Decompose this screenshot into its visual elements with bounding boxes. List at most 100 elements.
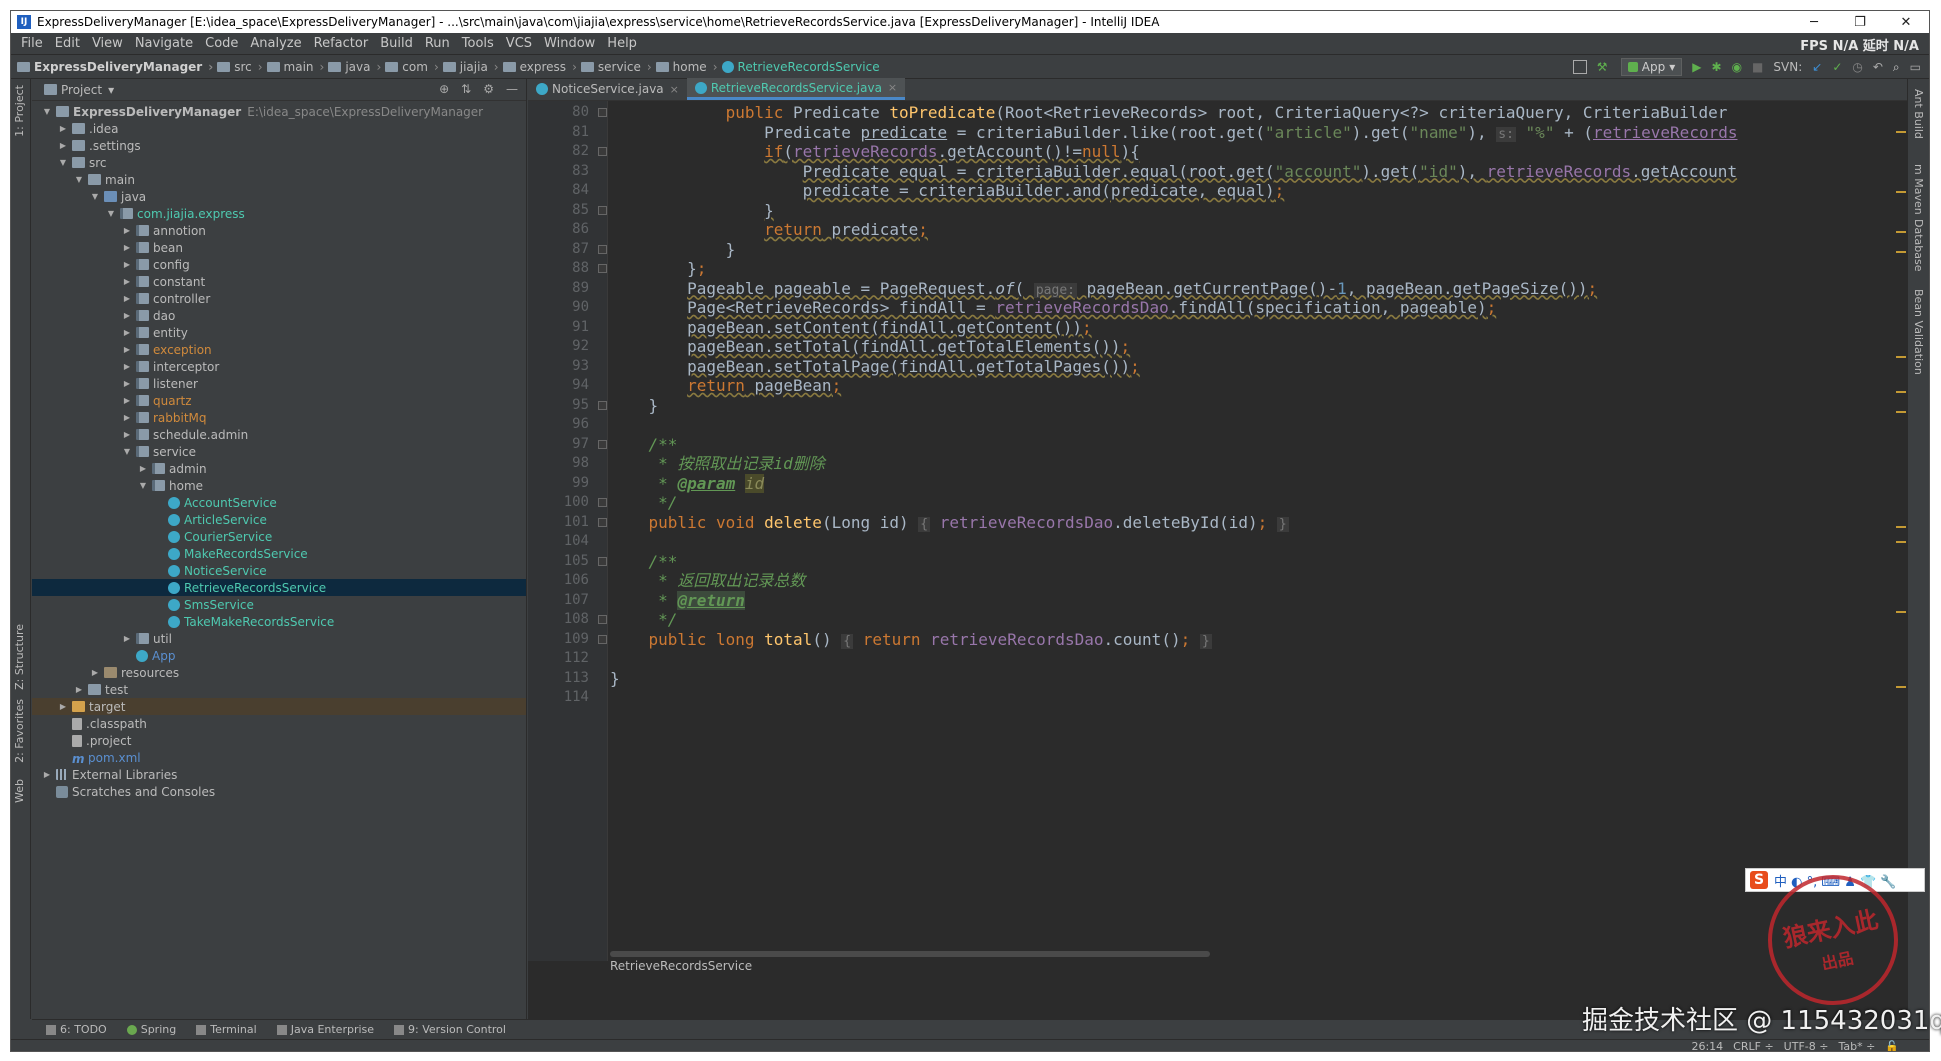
chevron-right-icon[interactable]: ▶ bbox=[122, 328, 132, 337]
warning-marker[interactable] bbox=[1896, 391, 1906, 393]
close-tab-icon[interactable]: × bbox=[888, 81, 897, 94]
nav-crumb-express[interactable]: express › bbox=[502, 60, 577, 74]
nav-crumb-src[interactable]: src › bbox=[217, 60, 263, 74]
tree-item[interactable]: ▶ listener bbox=[32, 375, 526, 392]
svn-update-icon[interactable]: ↙ bbox=[1812, 60, 1822, 74]
caret-position[interactable]: 26:14 bbox=[1691, 1040, 1723, 1051]
database-tool-tab[interactable]: Database bbox=[1912, 219, 1925, 272]
spring-tool-tab[interactable]: Spring bbox=[126, 1023, 176, 1036]
chevron-right-icon[interactable]: ▶ bbox=[42, 770, 52, 779]
tree-item[interactable]: ▼ java bbox=[32, 188, 526, 205]
horizontal-scrollbar[interactable] bbox=[610, 951, 1210, 957]
locate-file-icon[interactable]: ⊕ bbox=[439, 82, 449, 96]
chevron-right-icon[interactable]: ▶ bbox=[122, 294, 132, 303]
tree-item[interactable]: RetrieveRecordsService bbox=[32, 579, 526, 596]
dropdown-arrow-icon[interactable]: ▾ bbox=[108, 83, 114, 97]
nav-crumb-com[interactable]: com › bbox=[385, 60, 439, 74]
structure-tool-tab[interactable]: Z: Structure bbox=[13, 624, 26, 690]
run-config-select[interactable]: App ▾ bbox=[1620, 58, 1683, 76]
nav-crumb-class[interactable]: RetrieveRecordsService bbox=[721, 60, 880, 74]
layout-icon[interactable]: ▭ bbox=[1910, 60, 1921, 74]
warning-marker[interactable] bbox=[1896, 231, 1906, 233]
code-line[interactable]: } bbox=[610, 669, 620, 688]
tree-item[interactable]: ▼ main bbox=[32, 171, 526, 188]
code-line[interactable]: * @param id bbox=[610, 473, 765, 493]
code-line[interactable]: /** bbox=[610, 435, 678, 454]
lock-icon[interactable]: 🔓 bbox=[1885, 1040, 1899, 1051]
collapse-all-icon[interactable]: ⇅ bbox=[461, 82, 471, 96]
menu-navigate[interactable]: Navigate bbox=[129, 36, 199, 51]
version-control-tool-tab[interactable]: 9: Version Control bbox=[394, 1023, 506, 1036]
editor-breadcrumb[interactable]: RetrieveRecordsService bbox=[610, 959, 752, 973]
tree-item[interactable]: ▼ com.jiajia.express bbox=[32, 205, 526, 222]
code-line[interactable]: Predicate predicate = criteriaBuilder.li… bbox=[610, 123, 1737, 142]
revert-icon[interactable]: ↶ bbox=[1873, 60, 1883, 74]
line-separator[interactable]: CRLF ÷ bbox=[1733, 1040, 1774, 1051]
warning-marker[interactable] bbox=[1896, 686, 1906, 688]
code-line[interactable]: public void delete(Long id) { retrieveRe… bbox=[610, 513, 1289, 532]
menu-refactor[interactable]: Refactor bbox=[308, 36, 375, 51]
tree-item[interactable]: ▶ exception bbox=[32, 341, 526, 358]
tree-item[interactable]: ▶ rabbitMq bbox=[32, 409, 526, 426]
fold-marker-icon[interactable] bbox=[598, 517, 607, 527]
code-line[interactable]: */ bbox=[610, 610, 677, 629]
close-button[interactable]: ✕ bbox=[1883, 15, 1929, 30]
code-line[interactable]: * 按照取出记录id删除 bbox=[610, 454, 825, 473]
code-line[interactable]: } bbox=[610, 396, 659, 415]
code-line[interactable]: * 返回取出记录总数 bbox=[610, 571, 805, 590]
warning-marker[interactable] bbox=[1896, 356, 1906, 358]
tab-notice-service[interactable]: NoticeService.java × bbox=[528, 78, 687, 100]
warning-marker[interactable] bbox=[1896, 526, 1906, 528]
code-line[interactable]: public Predicate toPredicate(Root<Retrie… bbox=[610, 103, 1728, 122]
fold-marker-icon[interactable] bbox=[598, 634, 607, 644]
nav-crumb-home[interactable]: home › bbox=[655, 60, 718, 74]
code-line[interactable]: pageBean.setContent(findAll.getContent()… bbox=[610, 318, 1092, 337]
minimize-button[interactable]: ─ bbox=[1791, 15, 1837, 30]
code-line[interactable]: if(retrieveRecords.getAccount()!=null){ bbox=[610, 142, 1140, 161]
error-stripe[interactable] bbox=[1894, 101, 1908, 961]
nav-crumb-project[interactable]: ExpressDeliveryManager › bbox=[17, 60, 213, 74]
settings-gear-icon[interactable]: ⚙ bbox=[483, 82, 494, 96]
warning-marker[interactable] bbox=[1896, 251, 1906, 253]
fold-marker-icon[interactable] bbox=[598, 264, 607, 273]
tree-item[interactable]: ▶ admin bbox=[32, 460, 526, 477]
tree-item[interactable]: ▼ service bbox=[32, 443, 526, 460]
warning-marker[interactable] bbox=[1896, 131, 1906, 133]
chevron-down-icon[interactable]: ▼ bbox=[138, 481, 148, 490]
tree-item[interactable]: App bbox=[32, 647, 526, 664]
menu-code[interactable]: Code bbox=[199, 36, 244, 51]
tree-item[interactable]: ▶ schedule.admin bbox=[32, 426, 526, 443]
tree-item[interactable]: ▶ target bbox=[32, 698, 526, 715]
tree-item[interactable]: SmsService bbox=[32, 596, 526, 613]
code-line[interactable]: pageBean.setTotalPage(findAll.getTotalPa… bbox=[610, 357, 1140, 376]
chevron-right-icon[interactable]: ▶ bbox=[122, 345, 132, 354]
fold-marker-icon[interactable] bbox=[598, 244, 607, 254]
warning-marker[interactable] bbox=[1896, 191, 1906, 193]
tree-item[interactable]: CourierService bbox=[32, 528, 526, 545]
menu-file[interactable]: File bbox=[15, 36, 49, 51]
tree-item[interactable]: ▶ resources bbox=[32, 664, 526, 681]
chevron-down-icon[interactable]: ▼ bbox=[106, 209, 116, 218]
fold-marker-icon[interactable] bbox=[598, 615, 607, 624]
debug-icon[interactable]: ✱ bbox=[1712, 60, 1722, 74]
code-line[interactable]: Predicate equal = criteriaBuilder.equal(… bbox=[610, 162, 1737, 181]
nav-crumb-java[interactable]: java › bbox=[328, 60, 381, 74]
svn-commit-icon[interactable]: ✓ bbox=[1832, 60, 1842, 74]
chevron-right-icon[interactable]: ▶ bbox=[122, 634, 132, 643]
chevron-right-icon[interactable]: ▶ bbox=[90, 668, 100, 677]
tree-item[interactable]: ▼ ExpressDeliveryManager E:\idea_space\Exp… bbox=[32, 103, 526, 120]
history-icon[interactable]: ◷ bbox=[1852, 60, 1862, 74]
run-icon[interactable]: ▶ bbox=[1692, 60, 1701, 74]
chevron-right-icon[interactable]: ▶ bbox=[58, 124, 68, 133]
fold-marker-icon[interactable] bbox=[598, 498, 607, 507]
todo-tool-tab[interactable]: 6: TODO bbox=[46, 1023, 107, 1036]
project-tool-tab[interactable]: 1: Project bbox=[13, 85, 26, 137]
code-line[interactable]: pageBean.setTotal(findAll.getTotalElemen… bbox=[610, 337, 1130, 356]
tree-item[interactable]: NoticeService bbox=[32, 562, 526, 579]
java-enterprise-tool-tab[interactable]: Java Enterprise bbox=[276, 1023, 374, 1036]
chevron-right-icon[interactable]: ▶ bbox=[122, 243, 132, 252]
tree-item[interactable]: ▶ External Libraries bbox=[32, 766, 526, 783]
code-line[interactable]: return predicate; bbox=[610, 220, 928, 239]
tree-item[interactable]: ▶ bean bbox=[32, 239, 526, 256]
tree-item[interactable]: ▶ config bbox=[32, 256, 526, 273]
